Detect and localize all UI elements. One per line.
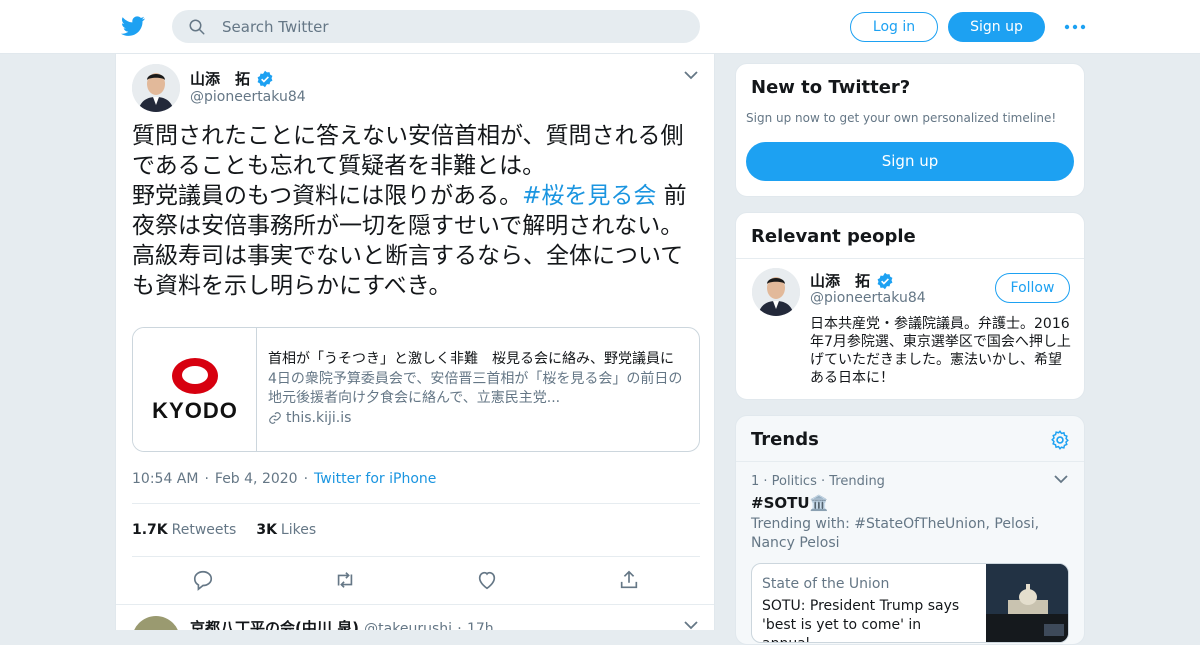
- tweet-date[interactable]: Feb 4, 2020: [215, 471, 298, 487]
- panel-title: New to Twitter?: [751, 77, 911, 98]
- separator-dot: ·: [303, 471, 309, 487]
- tweet-text-line: 野党議員のもつ資料には限りがある。: [132, 183, 523, 209]
- divider: [116, 604, 714, 605]
- kyodo-logo: KYODO: [133, 328, 257, 451]
- divider: [132, 556, 700, 557]
- author-name: 山添 拓: [190, 70, 251, 88]
- card-title: 首相が「うそつき」と激しく非難 桜見る会に絡み、野党議員に: [268, 351, 674, 367]
- next-author-name: 京都八丁平の会(中川 泉): [190, 619, 359, 630]
- person-name: 山添 拓: [810, 272, 871, 290]
- tweet-stats: 1.7K Retweets 3K Likes: [132, 522, 316, 538]
- trends-panel: Trends 1 · Politics · Trending #SOTU🏛️ T…: [735, 415, 1085, 645]
- tweet-time[interactable]: 10:54 AM: [132, 471, 198, 487]
- search-input[interactable]: [222, 10, 682, 43]
- avatar[interactable]: [752, 268, 800, 316]
- likes-count: 3K: [256, 522, 277, 538]
- verified-badge-icon: [876, 272, 894, 290]
- trend-card-title: SOTU: President Trump says 'best is yet …: [762, 598, 960, 642]
- trend-card-source: State of the Union: [762, 576, 890, 592]
- card-domain: this.kiji.is: [268, 410, 351, 426]
- next-tweet-age: 17h: [466, 621, 494, 630]
- kyodo-logo-text: KYODO: [152, 398, 238, 423]
- trend-card-image: [986, 564, 1068, 642]
- chevron-down-icon[interactable]: [684, 620, 698, 630]
- trend-meta: 1 · Politics · Trending: [751, 474, 885, 489]
- more-options-icon[interactable]: [1064, 20, 1086, 34]
- divider: [736, 258, 1084, 259]
- retweet-icon[interactable]: [333, 569, 357, 591]
- panel-title: Relevant people: [751, 226, 916, 247]
- tweet-actions: [132, 569, 700, 593]
- like-heart-icon[interactable]: [476, 569, 498, 591]
- person-bio: 日本共産党・参議院議員。弁護士。2016年7月参院選、東京選挙区で国会へ押し上げ…: [810, 316, 1071, 386]
- tweet-metadata: 10:54 AM · Feb 4, 2020 · Twitter for iPh…: [132, 471, 436, 487]
- person-handle[interactable]: @pioneertaku84: [810, 290, 926, 306]
- follow-button[interactable]: Follow: [995, 273, 1070, 303]
- likes-label: Likes: [280, 522, 317, 538]
- chevron-down-icon[interactable]: [1054, 474, 1068, 484]
- avatar[interactable]: [132, 616, 180, 630]
- retweets-stat[interactable]: 1.7K Retweets: [132, 522, 236, 538]
- tweet-text-line: 高級寿司は事実でないと断言するなら、全体についても資料を示し明らかにすべき。: [132, 243, 684, 299]
- card-description: 4日の衆院予算委員会で、安倍晋三首相が「桜を見る会」の前日の地元後援者向け夕食会…: [268, 371, 683, 406]
- tweet-column: 山添 拓 @pioneertaku84 質問されたことに答えない安倍首相が、質問…: [115, 54, 715, 630]
- next-author-handle: @takeurushi: [364, 621, 453, 630]
- gear-icon[interactable]: [1049, 429, 1071, 451]
- twitter-bird-icon[interactable]: [120, 14, 146, 38]
- avatar[interactable]: [132, 64, 180, 112]
- retweets-label: Retweets: [171, 522, 237, 538]
- separator-dot: ·: [457, 621, 462, 630]
- separator-dot: ·: [204, 471, 209, 487]
- link-card[interactable]: KYODO 首相が「うそつき」と激しく非難 桜見る会に絡み、野党議員に 4日の衆…: [132, 327, 700, 452]
- top-bar: Log in Sign up: [0, 0, 1200, 54]
- trend-hashtag[interactable]: #SOTU🏛️: [751, 494, 828, 512]
- hashtag-link[interactable]: #桜を見る会: [522, 183, 656, 209]
- relevant-people-panel: Relevant people 山添 拓 @pioneertaku84 Foll…: [735, 212, 1085, 400]
- next-tweet-author[interactable]: 京都八丁平の会(中川 泉) @takeurushi · 17h: [190, 617, 494, 630]
- tweet-source-link[interactable]: Twitter for iPhone: [314, 471, 436, 487]
- verified-badge-icon: [256, 70, 274, 88]
- tweet-text: 質問されたことに答えない安倍首相が、質問される側であることも忘れて質疑者を非難と…: [132, 121, 702, 301]
- divider: [132, 503, 700, 504]
- trend-card[interactable]: State of the Union SOTU: President Trump…: [751, 563, 1069, 643]
- author-handle[interactable]: @pioneertaku84: [190, 89, 306, 105]
- likes-stat[interactable]: 3K Likes: [256, 522, 316, 538]
- trend-related: Trending with: #StateOfTheUnion, Pelosi,…: [751, 516, 1040, 551]
- signup-button[interactable]: Sign up: [746, 142, 1074, 181]
- share-icon[interactable]: [618, 569, 640, 591]
- author-name-row[interactable]: 山添 拓: [190, 68, 274, 89]
- retweets-count: 1.7K: [132, 522, 168, 538]
- signup-button[interactable]: Sign up: [948, 12, 1045, 42]
- search-icon: [188, 18, 206, 36]
- reply-icon[interactable]: [192, 569, 214, 591]
- person-name-row[interactable]: 山添 拓: [810, 270, 894, 291]
- divider: [736, 461, 1084, 462]
- next-tweet[interactable]: 京都八丁平の会(中川 泉) @takeurushi · 17h: [132, 614, 700, 630]
- panel-subtitle: Sign up now to get your own personalized…: [746, 111, 1057, 125]
- tweet-text-line: 質問されたことに答えない安倍首相が、質問される側であることも忘れて質疑者を非難と…: [132, 123, 684, 179]
- login-button[interactable]: Log in: [850, 12, 938, 42]
- link-icon: [268, 411, 282, 425]
- panel-title: Trends: [751, 429, 819, 450]
- card-domain-text: this.kiji.is: [286, 410, 352, 426]
- chevron-down-icon[interactable]: [684, 70, 698, 80]
- new-to-twitter-panel: New to Twitter? Sign up now to get your …: [735, 63, 1085, 197]
- search-box[interactable]: [172, 10, 700, 43]
